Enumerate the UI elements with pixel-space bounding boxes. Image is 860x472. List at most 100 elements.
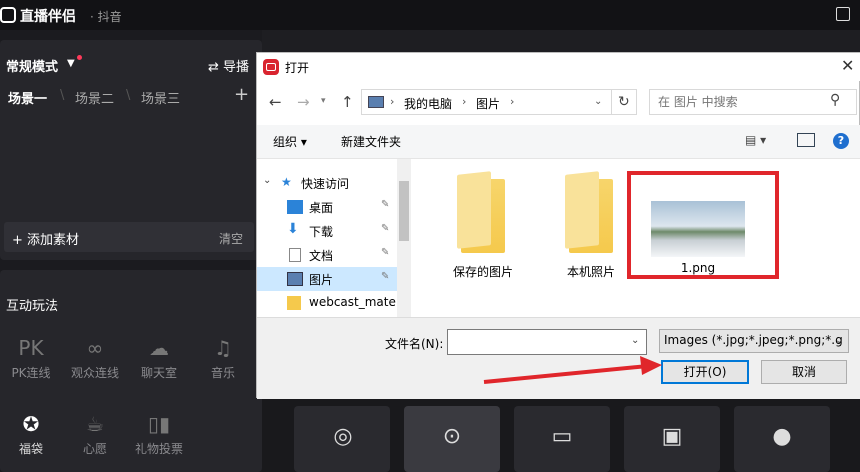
director-button[interactable]: ⇄ 导播 bbox=[208, 56, 249, 75]
pk-button[interactable]: PK PK连线 bbox=[0, 336, 62, 381]
open-button[interactable]: 打开(O) bbox=[661, 360, 749, 384]
nav-item-documents[interactable]: 文档 ✎ bbox=[257, 243, 397, 267]
document-icon bbox=[289, 248, 301, 262]
star-icon: ★ bbox=[281, 175, 292, 189]
tool-label: 音乐 bbox=[210, 366, 235, 380]
organize-button[interactable]: 组织 ▾ bbox=[273, 133, 307, 150]
pictures-icon bbox=[287, 272, 303, 286]
tool-label: 聊天室 bbox=[140, 366, 177, 380]
app-top-bar bbox=[0, 0, 860, 30]
mode-selector[interactable]: 常规模式 bbox=[6, 56, 58, 75]
tab-scene-3[interactable]: 场景三 bbox=[141, 88, 180, 107]
window-icon: ▣ bbox=[661, 424, 683, 449]
nav-item-pictures[interactable]: 图片 ✎ bbox=[257, 267, 397, 291]
tool-label: 观众连线 bbox=[70, 366, 119, 380]
music-button[interactable]: ♫ 音乐 bbox=[192, 336, 254, 381]
tab-scene-1[interactable]: 场景一 bbox=[8, 88, 47, 107]
up-arrow-icon[interactable]: ↑ bbox=[341, 93, 354, 111]
link-icon: ∞ bbox=[86, 336, 104, 360]
pk-icon: PK bbox=[18, 336, 44, 360]
refresh-icon[interactable]: ↻ bbox=[611, 89, 637, 115]
pictures-location-icon bbox=[368, 96, 384, 108]
nav-scrollbar[interactable] bbox=[397, 159, 411, 317]
pin-icon: ✎ bbox=[381, 223, 390, 234]
app-platform: · 抖音 bbox=[90, 10, 122, 24]
nav-item-quick-access[interactable]: ⌄ ★ 快速访问 bbox=[257, 171, 397, 195]
desktop-icon bbox=[287, 200, 303, 214]
chevron-down-icon[interactable]: ⌄ bbox=[631, 335, 639, 346]
gamepad-icon: ⊙ bbox=[442, 424, 462, 449]
nav-item-webcast-mate[interactable]: webcast_mate bbox=[257, 291, 397, 315]
filetype-select[interactable]: Images (*.jpg;*.jpeg;*.png;*.g bbox=[659, 329, 849, 353]
nav-label: 桌面 bbox=[309, 201, 334, 215]
nav-label: 下载 bbox=[309, 225, 334, 239]
close-icon[interactable]: ✕ bbox=[841, 56, 854, 75]
view-options-icon[interactable]: ▤ ▾ bbox=[745, 133, 779, 147]
forward-arrow-icon[interactable]: → bbox=[297, 93, 310, 111]
annotation-arrow bbox=[483, 356, 662, 384]
pin-icon: ✎ bbox=[381, 271, 390, 282]
vote-icon: ▯▮ bbox=[147, 412, 170, 436]
nav-label: 文档 bbox=[309, 249, 334, 263]
cancel-button[interactable]: 取消 bbox=[761, 360, 847, 384]
recent-locations-icon[interactable]: ▾ bbox=[321, 96, 326, 106]
breadcrumb-separator[interactable]: › bbox=[390, 95, 394, 108]
preview-pane-icon[interactable] bbox=[797, 133, 815, 147]
search-box[interactable]: ⚲ bbox=[649, 89, 857, 115]
nav-label: 快速访问 bbox=[301, 177, 350, 191]
window-menu-icon[interactable] bbox=[836, 7, 850, 21]
address-dropdown-icon[interactable]: ⌄ bbox=[589, 89, 611, 115]
filename-label: 文件名(N): bbox=[385, 337, 444, 351]
file-item-saved-pictures[interactable]: 保存的图片 bbox=[433, 169, 533, 279]
scene-divider: \ bbox=[126, 88, 131, 103]
file-item-1-png[interactable] bbox=[651, 201, 745, 257]
scrollbar-thumb[interactable] bbox=[399, 181, 409, 241]
file-label: 保存的图片 bbox=[452, 265, 513, 279]
breadcrumb-my-computer[interactable]: 我的电脑 bbox=[404, 95, 452, 112]
chevron-down-icon: ▼ bbox=[67, 58, 75, 69]
chevron-down-icon: ⌄ bbox=[263, 175, 272, 186]
file-item-camera-roll[interactable]: 本机照片 bbox=[541, 169, 641, 279]
wish-button[interactable]: ☕ 心愿 bbox=[64, 412, 126, 457]
new-folder-button[interactable]: 新建文件夹 bbox=[341, 133, 401, 150]
tool-label: 心愿 bbox=[82, 442, 107, 456]
filename-input[interactable] bbox=[447, 329, 647, 355]
folder-icon bbox=[569, 179, 613, 253]
tool-label: PK连线 bbox=[11, 366, 51, 380]
chat-room-button[interactable]: ☁ 聊天室 bbox=[128, 336, 190, 381]
add-material-button[interactable]: + 添加素材 bbox=[12, 229, 79, 248]
music-icon: ♫ bbox=[214, 336, 232, 360]
tab-scene-2[interactable]: 场景二 bbox=[75, 88, 114, 107]
search-icon[interactable]: ⚲ bbox=[830, 92, 840, 108]
app-logo-icon bbox=[0, 7, 16, 23]
dialog-title-bar bbox=[257, 53, 860, 81]
tool-label: 福袋 bbox=[18, 442, 43, 456]
wish-icon: ☕ bbox=[86, 412, 104, 436]
arrow-head bbox=[640, 356, 662, 375]
lucky-bag-button[interactable]: ✪ 福袋 bbox=[0, 412, 62, 457]
monitor-icon: ▭ bbox=[551, 424, 573, 449]
breadcrumb-pictures[interactable]: 图片 bbox=[476, 95, 500, 112]
back-arrow-icon[interactable]: ← bbox=[269, 93, 282, 111]
audience-link-button[interactable]: ∞ 观众连线 bbox=[64, 336, 126, 381]
breadcrumb-separator[interactable]: › bbox=[462, 95, 466, 108]
add-scene-icon[interactable]: + bbox=[234, 84, 249, 105]
folder-icon bbox=[461, 179, 505, 253]
file-label[interactable]: 1.png bbox=[651, 261, 745, 275]
clear-button[interactable]: 清空 bbox=[219, 230, 243, 247]
director-label: 导播 bbox=[223, 60, 250, 75]
add-material-label: 添加素材 bbox=[27, 233, 80, 248]
arrow-shaft bbox=[483, 364, 649, 384]
gift-vote-button[interactable]: ▯▮ 礼物投票 bbox=[128, 412, 190, 457]
help-icon[interactable]: ? bbox=[833, 133, 849, 149]
interaction-title: 互动玩法 bbox=[6, 299, 59, 314]
chevron-down-icon[interactable]: ⌄ bbox=[835, 335, 843, 346]
search-input[interactable] bbox=[658, 95, 818, 109]
nav-label: webcast_mate bbox=[309, 295, 396, 309]
chat-icon: ☁ bbox=[149, 336, 169, 360]
breadcrumb-separator[interactable]: › bbox=[510, 95, 514, 108]
lucky-bag-icon: ✪ bbox=[22, 412, 40, 436]
nav-item-desktop[interactable]: 桌面 ✎ bbox=[257, 195, 397, 219]
tool-label: 礼物投票 bbox=[134, 442, 183, 456]
nav-item-downloads[interactable]: ⬇ 下载 ✎ bbox=[257, 219, 397, 243]
